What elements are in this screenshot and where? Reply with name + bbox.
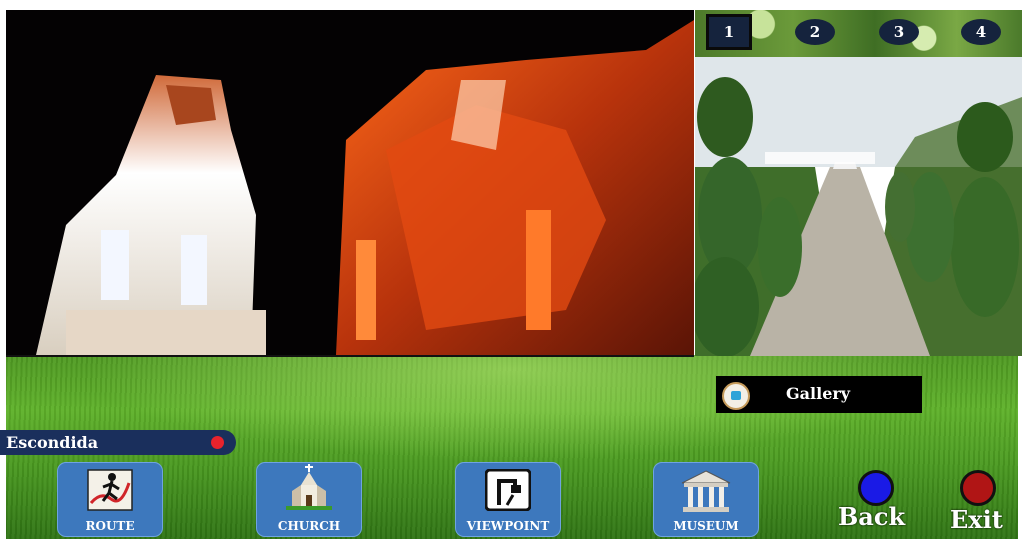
church-label: CHURCH [277,519,341,533]
hiker-map-icon [87,469,133,511]
thumbnail-2[interactable]: 2 [795,19,835,45]
location-indicator: Escondida [0,430,236,455]
camera-icon [722,382,750,410]
gallery-label: Gallery [786,384,851,403]
status-dot-icon [211,436,224,449]
route-label: ROUTE [85,519,135,533]
app-screen: 1 2 3 4 Gallery Escondida ROUTE CHURCH V… [0,0,1022,542]
exit-button[interactable] [960,470,996,506]
thumbnail-4[interactable]: 4 [961,19,1001,45]
museum-button[interactable]: MUSEUM [653,462,759,537]
church-button[interactable]: CHURCH [256,462,362,537]
thumbnail-3[interactable]: 3 [879,19,919,45]
thumbnail-selector: 1 2 3 4 [695,10,1022,57]
photo-viewer: 1 2 3 4 [695,10,1022,356]
viewpoint-icon [485,469,531,511]
viewpoint-label: VIEWPOINT [466,519,550,533]
topiary-garden-photo [695,57,1022,356]
route-button[interactable]: ROUTE [57,462,163,537]
viewpoint-button[interactable]: VIEWPOINT [455,462,561,537]
thumbnail-1[interactable]: 1 [706,14,752,50]
church-icon [286,464,332,510]
museum-icon [681,470,731,512]
back-label: Back [838,502,906,531]
museum-label: MUSEUM [673,519,739,533]
video-player[interactable] [6,10,694,357]
exit-label: Exit [950,505,1003,534]
back-button[interactable] [858,470,894,506]
location-label: Escondida [6,433,99,452]
gallery-button[interactable]: Gallery [716,376,922,413]
church-night-video-frame [6,10,694,355]
